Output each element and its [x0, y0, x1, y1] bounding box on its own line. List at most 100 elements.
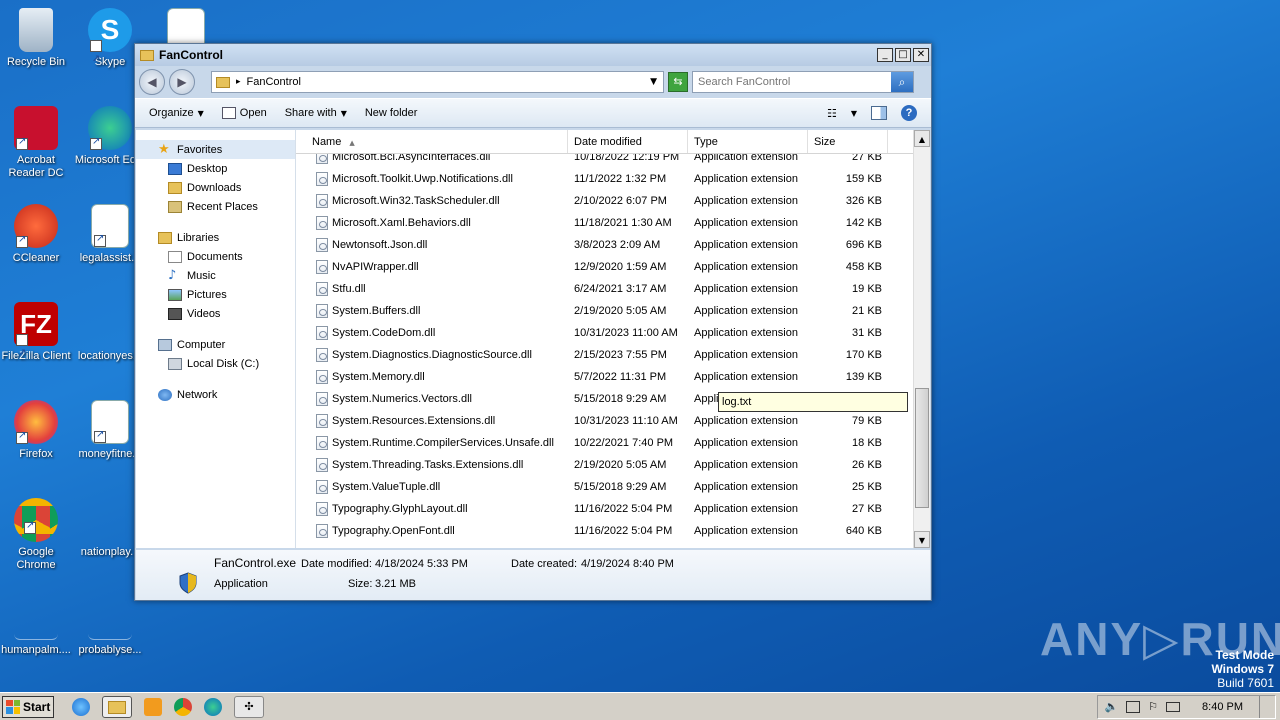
explorer-content: ★ Favorites Desktop Downloads Recent Plac…: [136, 130, 930, 548]
chrome-taskbar-icon[interactable]: [174, 697, 192, 716]
explorer-window: FanControl _ □ ✕ ◀ ▶ ▸ FanControl ▼ ⇆ ⌕ …: [134, 43, 932, 601]
desktop-icon-humanpalm[interactable]: humanpalm....: [0, 596, 74, 657]
desktop-icon-probablyse[interactable]: probablyse...: [72, 596, 148, 657]
window-title: FanControl: [159, 48, 223, 62]
forward-button[interactable]: ▶: [169, 69, 195, 95]
pictures-icon: [168, 288, 182, 301]
blank-file-icon: [88, 302, 132, 346]
app-taskbar-icon[interactable]: ✣: [234, 695, 264, 718]
file-row[interactable]: Microsoft.Toolkit.Uwp.Notifications.dll 1…: [296, 168, 913, 190]
file-row[interactable]: System.CodeDom.dll 10/31/2023 11:00 AM App…: [296, 322, 913, 344]
windows-logo-icon: [6, 699, 20, 714]
videos-icon: [168, 307, 182, 320]
file-row[interactable]: Stfu.dll 6/24/2021 3:17 AM Application ext…: [296, 278, 913, 300]
open-button[interactable]: Open: [221, 107, 267, 119]
nav-desktop[interactable]: Desktop: [136, 159, 295, 178]
recycle-bin-icon: [19, 8, 53, 52]
chevron-down-icon[interactable]: ▼: [851, 109, 857, 118]
folder-icon: [140, 49, 154, 61]
desktop-icon-filezilla[interactable]: FZ FileZilla Client: [0, 302, 74, 376]
music-icon: ♪: [168, 267, 177, 283]
file-row[interactable]: NvAPIWrapper.dll 12/9/2020 1:59 AM Applica…: [296, 256, 913, 278]
view-options-icon[interactable]: ☷: [827, 107, 837, 120]
edge-taskbar-icon[interactable]: [204, 697, 222, 716]
scroll-down-button[interactable]: ▼: [914, 531, 930, 548]
file-row[interactable]: System.Resources.Extensions.dll 10/31/202…: [296, 410, 913, 432]
column-header-size[interactable]: Size: [808, 130, 888, 153]
close-button[interactable]: ✕: [913, 48, 929, 62]
nav-downloads[interactable]: Downloads: [136, 178, 295, 197]
file-row[interactable]: Typography.GlyphLayout.dll 11/16/2022 5:0…: [296, 498, 913, 520]
dll-file-icon: [316, 348, 328, 362]
desktop-icon-acrobat[interactable]: Acrobat Reader DC: [0, 106, 74, 180]
dll-file-icon: [316, 480, 328, 494]
action-center-icon[interactable]: [1166, 701, 1181, 712]
dll-file-icon: [316, 238, 328, 252]
address-bar[interactable]: ▸ FanControl ▼: [211, 71, 664, 93]
file-row[interactable]: Typography.OpenFont.dll 11/16/2022 5:04 P…: [296, 520, 913, 542]
media-player-icon[interactable]: [144, 697, 162, 716]
internet-explorer-icon[interactable]: [72, 697, 90, 716]
window-titlebar[interactable]: FanControl _ □ ✕: [135, 44, 931, 66]
dll-file-icon: [316, 502, 328, 516]
scroll-thumb[interactable]: [915, 388, 929, 508]
file-row[interactable]: System.Diagnostics.DiagnosticSource.dll 2…: [296, 344, 913, 366]
flag-icon[interactable]: ⚐: [1148, 700, 1158, 713]
nav-documents[interactable]: Documents: [136, 247, 295, 266]
file-row[interactable]: System.Memory.dll 5/7/2022 11:31 PM Applic…: [296, 366, 913, 388]
network-tray-icon[interactable]: [1126, 700, 1141, 713]
desktop-icon-recycle-bin[interactable]: Recycle Bin: [0, 8, 74, 69]
nav-libraries[interactable]: Libraries: [136, 228, 295, 247]
chevron-right-icon[interactable]: ▸: [236, 77, 241, 87]
blank-file-icon: [14, 596, 58, 640]
file-row[interactable]: Microsoft.Win32.TaskScheduler.dll 2/10/20…: [296, 190, 913, 212]
column-header-date[interactable]: Date modified: [568, 130, 688, 153]
minimize-button[interactable]: _: [877, 48, 893, 62]
details-date-created-label: Date created:: [511, 558, 578, 570]
desktop-icon-firefox[interactable]: Firefox: [0, 400, 74, 461]
desktop-icon-ccleaner[interactable]: CCleaner: [0, 204, 74, 265]
filename-tooltip: log.txt: [718, 392, 908, 412]
preview-pane-icon[interactable]: [871, 106, 887, 120]
share-with-button[interactable]: Share with ▼: [285, 107, 347, 119]
help-icon[interactable]: ?: [901, 105, 917, 121]
file-row[interactable]: System.Threading.Tasks.Extensions.dll 2/1…: [296, 454, 913, 476]
nav-recent-places[interactable]: Recent Places: [136, 197, 295, 216]
back-button[interactable]: ◀: [139, 69, 165, 95]
nav-computer[interactable]: Computer: [136, 335, 295, 354]
start-button[interactable]: Start: [2, 695, 54, 718]
file-row[interactable]: System.ValueTuple.dll 5/15/2018 9:29 AM Ap…: [296, 476, 913, 498]
column-header-name[interactable]: Name ▲: [296, 130, 568, 153]
search-box[interactable]: ⌕: [692, 71, 914, 93]
address-path[interactable]: FanControl: [247, 76, 645, 88]
organize-button[interactable]: Organize ▼: [149, 107, 204, 119]
volume-icon[interactable]: 🔈: [1104, 700, 1118, 713]
show-desktop-button[interactable]: [1259, 695, 1269, 718]
refresh-button[interactable]: ⇆: [668, 72, 688, 92]
vertical-scrollbar[interactable]: ▲ ▼: [913, 130, 930, 548]
file-row[interactable]: Microsoft.Xaml.Behaviors.dll 11/18/2021 1…: [296, 212, 913, 234]
nav-network[interactable]: Network: [136, 385, 295, 404]
command-bar: Organize ▼ Open Share with ▼ New folder ☷ …: [135, 98, 931, 128]
scroll-up-button[interactable]: ▲: [914, 130, 930, 147]
network-icon: [158, 388, 172, 401]
file-row[interactable]: System.Buffers.dll 2/19/2020 5:05 AM Appli…: [296, 300, 913, 322]
file-rows: Microsoft.Bcl.AsyncInterfaces.dll 10/18/2…: [296, 146, 913, 542]
chevron-down-icon[interactable]: ▼: [650, 77, 657, 87]
maximize-button[interactable]: □: [895, 48, 911, 62]
nav-music[interactable]: ♪ Music: [136, 266, 295, 285]
file-row[interactable]: Newtonsoft.Json.dll 3/8/2023 2:09 AM Appli…: [296, 234, 913, 256]
search-input[interactable]: [693, 76, 891, 88]
nav-videos[interactable]: Videos: [136, 304, 295, 323]
nav-local-disk[interactable]: Local Disk (C:): [136, 354, 295, 373]
nav-favorites[interactable]: ★ Favorites: [136, 140, 295, 159]
nav-pictures[interactable]: Pictures: [136, 285, 295, 304]
new-folder-button[interactable]: New folder: [365, 107, 418, 119]
clock[interactable]: 8:40 PM: [1202, 701, 1243, 713]
column-header-type[interactable]: Type: [688, 130, 808, 153]
file-row[interactable]: System.Runtime.CompilerServices.Unsafe.d…: [296, 432, 913, 454]
desktop-icon-chrome[interactable]: Google Chrome: [0, 498, 74, 572]
search-icon[interactable]: ⌕: [891, 72, 913, 92]
details-date-modified-label: Date modified:: [301, 558, 372, 570]
explorer-taskbar-button[interactable]: [102, 695, 132, 718]
